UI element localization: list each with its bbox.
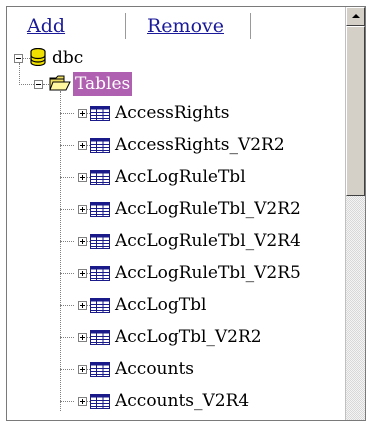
collapse-toggle-tables[interactable] [34,80,43,89]
tree-connector [60,113,74,114]
tree-node-table-label: AccessRights [115,103,230,123]
tree-connector [60,369,74,370]
toolbar: Add Remove [7,7,345,43]
tree-connector [19,63,20,85]
expand-toggle[interactable] [78,109,87,118]
tree-view: dbc Tables AccessRights AccessRights_V2R2… [7,43,345,420]
tree-node-table[interactable]: AccessRights_V2R2 [7,133,345,157]
tree-node-table-label: AccLogRuleTbl_V2R4 [115,231,301,251]
tree-node-table[interactable]: AccessRights [7,101,345,125]
tree-node-table[interactable]: Accounts [7,357,345,381]
tree-node-table-label: AccLogRuleTbl_V2R2 [115,199,301,219]
tree-node-table-label: AccLogTbl [115,295,207,315]
tree-node-table-label: AccLogRuleTbl_V2R5 [115,263,301,283]
tree-connector [60,209,74,210]
tree-node-table[interactable]: AccLogTbl [7,293,345,317]
table-icon [90,298,110,317]
tree-node-table-label: AccLogRuleTbl [115,167,246,187]
table-icon [90,394,110,413]
add-button[interactable]: Add [27,13,65,39]
table-icon [90,106,110,125]
scroll-up-button[interactable] [346,7,365,26]
tree-node-table[interactable]: Accounts_V2R4 [7,389,345,413]
expand-toggle[interactable] [78,173,87,182]
toolbar-divider [125,13,126,39]
tree-connector [60,273,74,274]
expand-toggle[interactable] [78,397,87,406]
tree-node-table[interactable]: AccLogTbl_V2R2 [7,325,345,349]
toolbar-divider [250,13,251,39]
table-icon [90,330,110,349]
database-icon [30,47,46,70]
tree-node-tables-label[interactable]: Tables [73,72,133,96]
collapse-toggle-root[interactable] [14,54,23,63]
expand-toggle[interactable] [78,269,87,278]
vertical-scrollbar[interactable] [345,7,365,420]
remove-button[interactable]: Remove [147,13,224,39]
table-icon [90,138,110,157]
tree-connector [60,337,74,338]
expand-toggle[interactable] [78,333,87,342]
expand-toggle[interactable] [78,365,87,374]
tree-panel: Add Remove dbc Tables AccessRights Acces… [6,6,366,421]
tree-node-table-label: Accounts [115,359,195,379]
tree-node-root-label[interactable]: dbc [52,46,83,70]
expand-toggle[interactable] [78,205,87,214]
table-icon [90,202,110,221]
expand-toggle[interactable] [78,237,87,246]
tree-connector [60,401,74,402]
tree-connector [60,241,74,242]
tree-connector [19,84,34,85]
tree-connector [23,58,30,59]
tree-node-table-label: Accounts_V2R4 [115,391,250,411]
table-icon [90,234,110,253]
tree-node-table[interactable]: AccLogRuleTbl_V2R2 [7,197,345,221]
table-icon [90,266,110,285]
scroll-thumb[interactable] [346,26,365,196]
tree-connector [60,145,74,146]
table-icon [90,362,110,381]
tree-node-table-label: AccessRights_V2R2 [115,135,285,155]
tree-node-table[interactable]: AccLogRuleTbl_V2R5 [7,261,345,285]
tree-connector [60,177,74,178]
tree-node-table[interactable]: AccLogRuleTbl_V2R4 [7,229,345,253]
table-icon [90,170,110,189]
expand-toggle[interactable] [78,141,87,150]
tree-connector [60,305,74,306]
expand-toggle[interactable] [78,301,87,310]
arrow-up-icon [352,14,360,18]
tree-node-table[interactable]: AccLogRuleTbl [7,165,345,189]
tree-node-table-label: AccLogTbl_V2R2 [115,327,262,347]
